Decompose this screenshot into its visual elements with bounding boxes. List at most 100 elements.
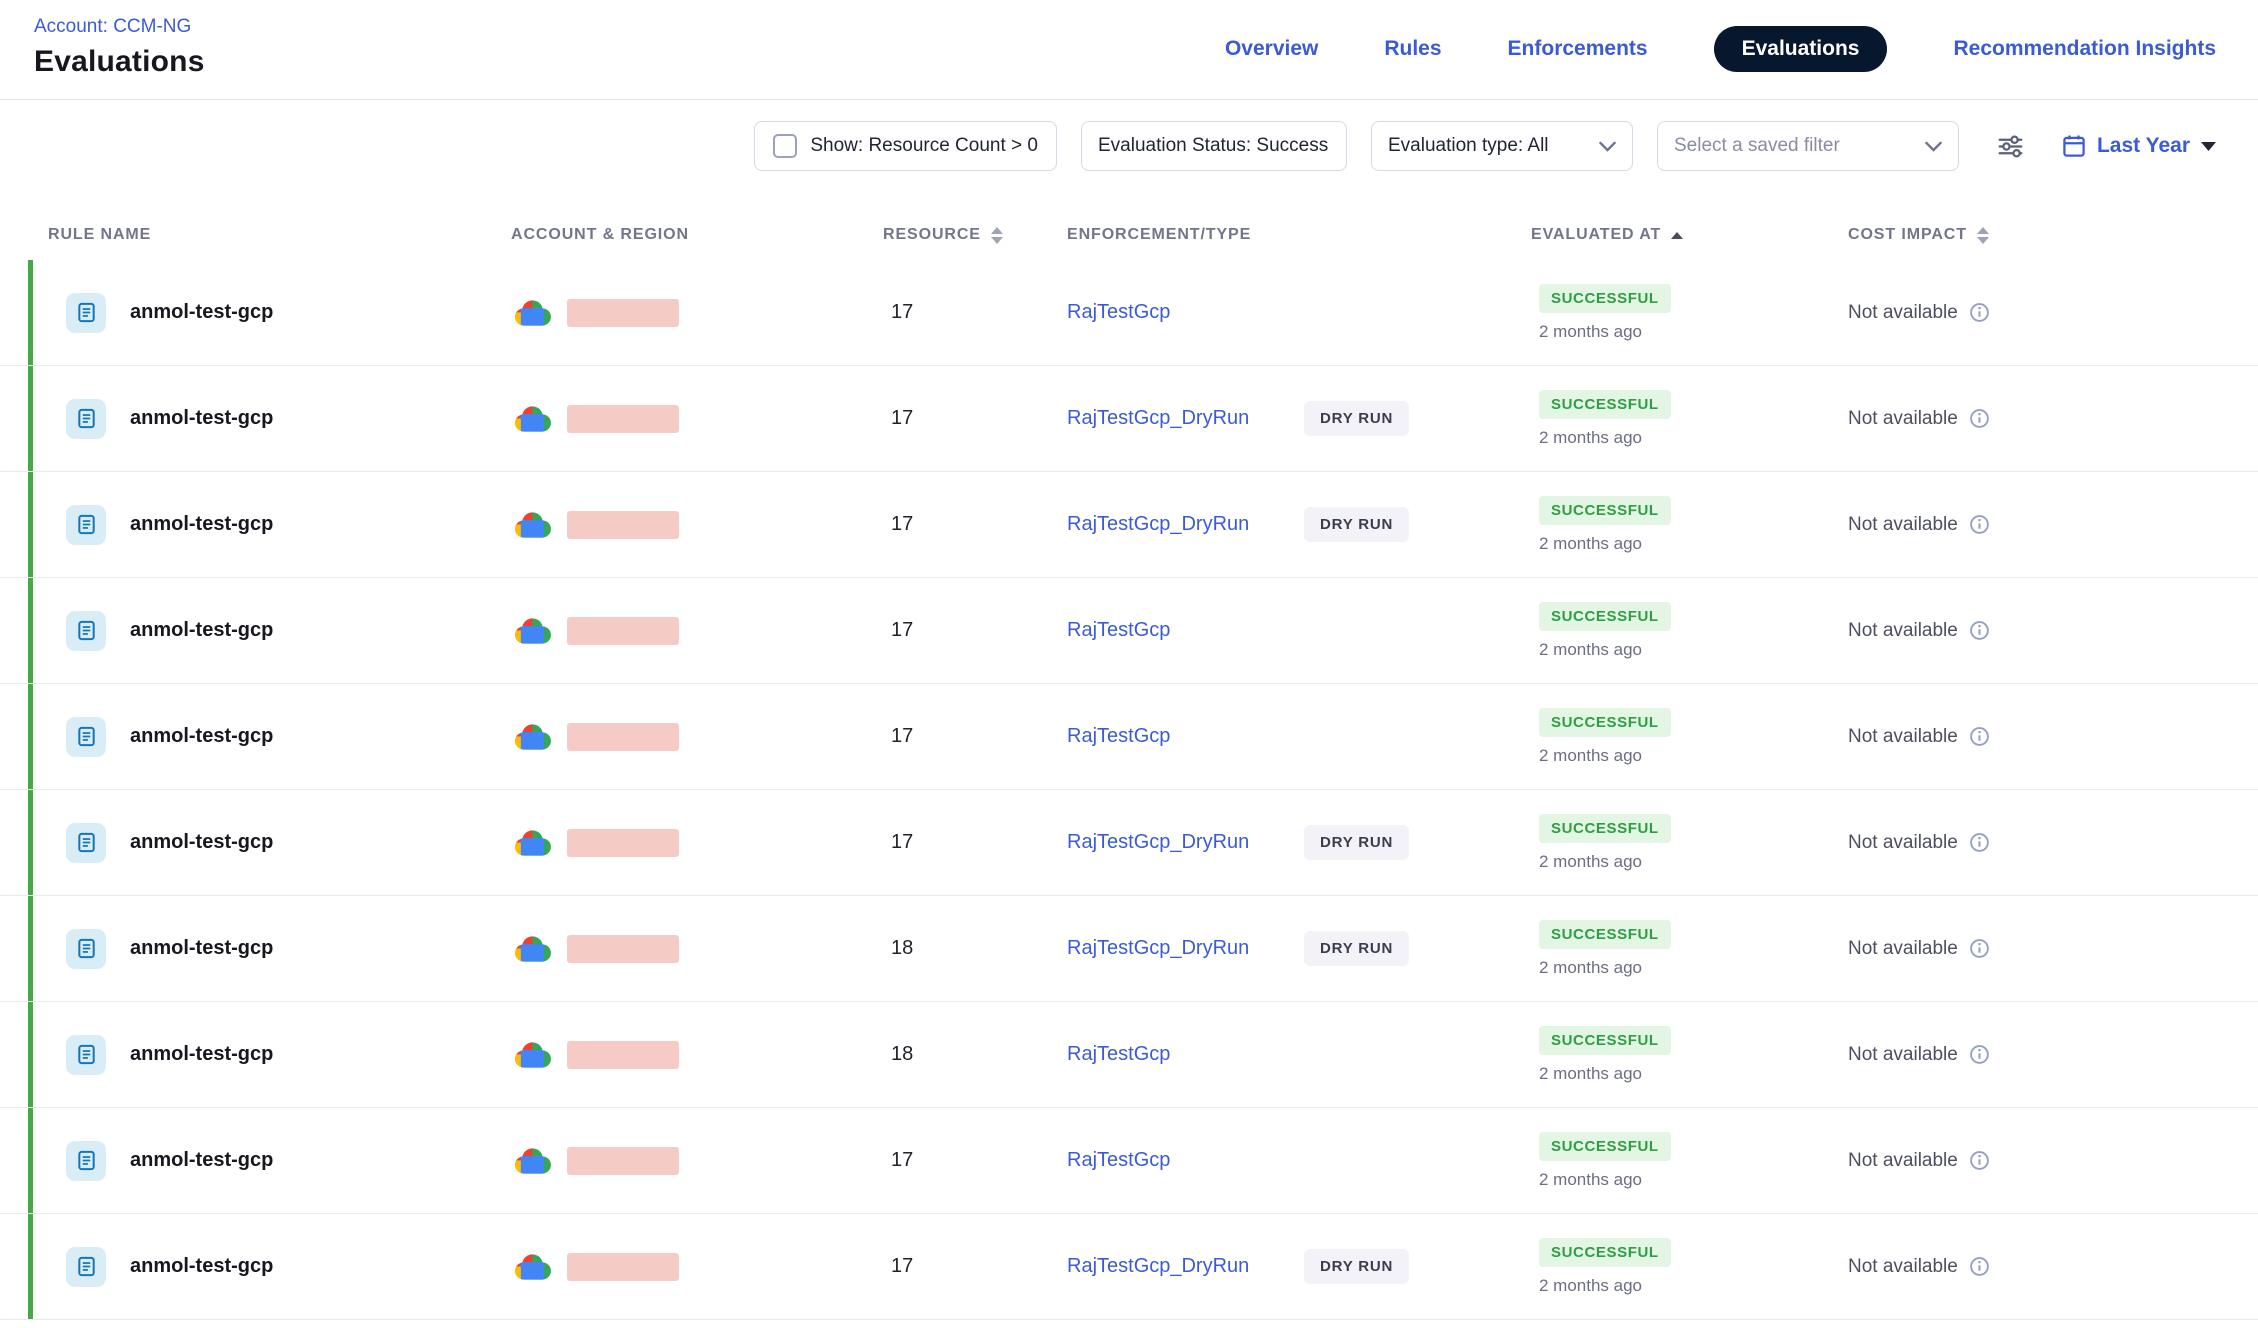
table-row[interactable]: anmol-test-gcp 17 RajTestGcp_DryRun DRY … xyxy=(0,472,2258,578)
enforcement-cell: RajTestGcp_DryRun DRY RUN xyxy=(1067,507,1531,542)
table-row[interactable]: anmol-test-gcp 17 RajTestGcp_DryRun DRY … xyxy=(0,366,2258,472)
enforcement-link[interactable]: RajTestGcp_DryRun xyxy=(1067,407,1304,430)
filter-bar: Show: Resource Count > 0 Evaluation Stat… xyxy=(0,100,2258,192)
enforcement-link[interactable]: RajTestGcp xyxy=(1067,1149,1304,1172)
enforcement-link[interactable]: RajTestGcp xyxy=(1067,301,1304,324)
enforcement-cell: RajTestGcp_DryRun DRY RUN xyxy=(1067,931,1531,966)
nav-tab-recommendation-insights[interactable]: Recommendation Insights xyxy=(1953,37,2216,61)
resource-count: 17 xyxy=(891,619,913,641)
info-icon[interactable] xyxy=(1969,302,1990,323)
nav-tab-enforcements[interactable]: Enforcements xyxy=(1508,37,1648,61)
info-icon[interactable] xyxy=(1969,514,1990,535)
table-row[interactable]: anmol-test-gcp 17 RajTestGcp SUCCESSFUL … xyxy=(0,578,2258,684)
resource-count: 18 xyxy=(891,937,913,959)
row-status-accent xyxy=(28,472,33,577)
rule-name: anmol-test-gcp xyxy=(130,725,273,748)
saved-filter-dropdown[interactable]: Select a saved filter xyxy=(1657,121,1959,171)
account-region-cell xyxy=(511,1250,883,1283)
info-icon[interactable] xyxy=(1969,1044,1990,1065)
rule-cell: anmol-test-gcp xyxy=(28,717,511,757)
resource-count: 17 xyxy=(891,1149,913,1171)
info-icon[interactable] xyxy=(1969,620,1990,641)
redacted-account-name xyxy=(567,723,679,751)
nav-tab-rules[interactable]: Rules xyxy=(1384,37,1441,61)
sort-ascending-icon[interactable] xyxy=(1671,232,1683,239)
rule-name: anmol-test-gcp xyxy=(130,1255,273,1278)
evaluation-type-dropdown[interactable]: Evaluation type: All xyxy=(1371,121,1633,171)
table-row[interactable]: anmol-test-gcp 17 RajTestGcp_DryRun DRY … xyxy=(0,1214,2258,1320)
evaluated-at-cell: SUCCESSFUL 2 months ago xyxy=(1531,708,1848,766)
table-row[interactable]: anmol-test-gcp 18 RajTestGcp SUCCESSFUL … xyxy=(0,1002,2258,1108)
account-region-cell xyxy=(511,296,883,329)
table-row[interactable]: anmol-test-gcp 18 RajTestGcp_DryRun DRY … xyxy=(0,896,2258,1002)
redacted-account-name xyxy=(567,935,679,963)
date-range-selector[interactable]: Last Year xyxy=(2062,134,2216,158)
redacted-account-name xyxy=(567,299,679,327)
rule-cell: anmol-test-gcp xyxy=(28,399,511,439)
dry-run-badge: DRY RUN xyxy=(1304,401,1409,436)
table-row[interactable]: anmol-test-gcp 17 RajTestGcp SUCCESSFUL … xyxy=(0,1108,2258,1214)
cost-impact-cell: Not available xyxy=(1848,832,2258,854)
table-row[interactable]: anmol-test-gcp 17 RajTestGcp SUCCESSFUL … xyxy=(0,260,2258,366)
resource-cell: 17 xyxy=(883,1255,1067,1278)
redacted-account-name xyxy=(567,829,679,857)
page-title: Evaluations xyxy=(34,45,205,79)
account-breadcrumb[interactable]: Account: CCM-NG xyxy=(34,16,205,38)
table-row[interactable]: anmol-test-gcp 17 RajTestGcp_DryRun DRY … xyxy=(0,790,2258,896)
nav-tab-evaluations[interactable]: Evaluations xyxy=(1714,26,1888,72)
resource-cell: 17 xyxy=(883,1149,1067,1172)
rule-document-icon xyxy=(66,611,106,651)
enforcement-link[interactable]: RajTestGcp xyxy=(1067,725,1304,748)
enforcement-link[interactable]: RajTestGcp xyxy=(1067,1043,1304,1066)
cost-impact-cell: Not available xyxy=(1848,1044,2258,1066)
rule-cell: anmol-test-gcp xyxy=(28,1247,511,1287)
evaluations-table: RULE NAME ACCOUNT & REGION RESOURCE ENFO… xyxy=(0,192,2258,1320)
evaluation-status-dropdown[interactable]: Evaluation Status: Success xyxy=(1081,121,1347,171)
info-icon[interactable] xyxy=(1969,832,1990,853)
resource-count: 18 xyxy=(891,1043,913,1065)
rule-name: anmol-test-gcp xyxy=(130,301,273,324)
rule-name: anmol-test-gcp xyxy=(130,831,273,854)
rule-cell: anmol-test-gcp xyxy=(28,505,511,545)
info-icon[interactable] xyxy=(1969,1150,1990,1171)
enforcement-link[interactable]: RajTestGcp xyxy=(1067,619,1304,642)
dry-run-badge: DRY RUN xyxy=(1304,507,1409,542)
rule-document-icon xyxy=(66,717,106,757)
info-icon[interactable] xyxy=(1969,726,1990,747)
enforcement-cell: RajTestGcp_DryRun DRY RUN xyxy=(1067,401,1531,436)
evaluation-status-value: Evaluation Status: Success xyxy=(1098,135,1328,157)
rule-cell: anmol-test-gcp xyxy=(28,1141,511,1181)
nav-tab-overview[interactable]: Overview xyxy=(1225,37,1318,61)
rule-name: anmol-test-gcp xyxy=(130,513,273,536)
column-resource: RESOURCE xyxy=(883,226,1067,244)
rule-cell: anmol-test-gcp xyxy=(28,611,511,651)
info-icon[interactable] xyxy=(1969,408,1990,429)
sort-arrows-icon[interactable] xyxy=(1977,227,1989,244)
rule-document-icon xyxy=(66,505,106,545)
table-row[interactable]: anmol-test-gcp 17 RajTestGcp SUCCESSFUL … xyxy=(0,684,2258,790)
resource-count-label: Show: Resource Count > 0 xyxy=(810,135,1038,157)
resource-count-checkbox[interactable] xyxy=(773,134,797,158)
enforcement-link[interactable]: RajTestGcp_DryRun xyxy=(1067,937,1304,960)
info-icon[interactable] xyxy=(1969,938,1990,959)
rule-document-icon xyxy=(66,1247,106,1287)
column-rule-name: RULE NAME xyxy=(28,226,511,244)
resource-cell: 17 xyxy=(883,513,1067,536)
enforcement-link[interactable]: RajTestGcp_DryRun xyxy=(1067,831,1304,854)
resource-count-filter[interactable]: Show: Resource Count > 0 xyxy=(754,121,1057,171)
column-cost-impact: COST IMPACT xyxy=(1848,226,2258,244)
row-status-accent xyxy=(28,1214,33,1319)
redacted-account-name xyxy=(567,1041,679,1069)
enforcement-link[interactable]: RajTestGcp_DryRun xyxy=(1067,513,1304,536)
column-account-region: ACCOUNT & REGION xyxy=(511,226,883,244)
filter-settings-button[interactable] xyxy=(1997,133,2024,160)
rule-cell: anmol-test-gcp xyxy=(28,929,511,969)
enforcement-link[interactable]: RajTestGcp_DryRun xyxy=(1067,1255,1304,1278)
sort-arrows-icon[interactable] xyxy=(991,227,1003,244)
dry-run-badge: DRY RUN xyxy=(1304,931,1409,966)
row-status-accent xyxy=(28,896,33,1001)
evaluated-time: 2 months ago xyxy=(1539,322,1642,342)
cost-impact-cell: Not available xyxy=(1848,1256,2258,1278)
info-icon[interactable] xyxy=(1969,1256,1990,1277)
account-region-cell xyxy=(511,1144,883,1177)
